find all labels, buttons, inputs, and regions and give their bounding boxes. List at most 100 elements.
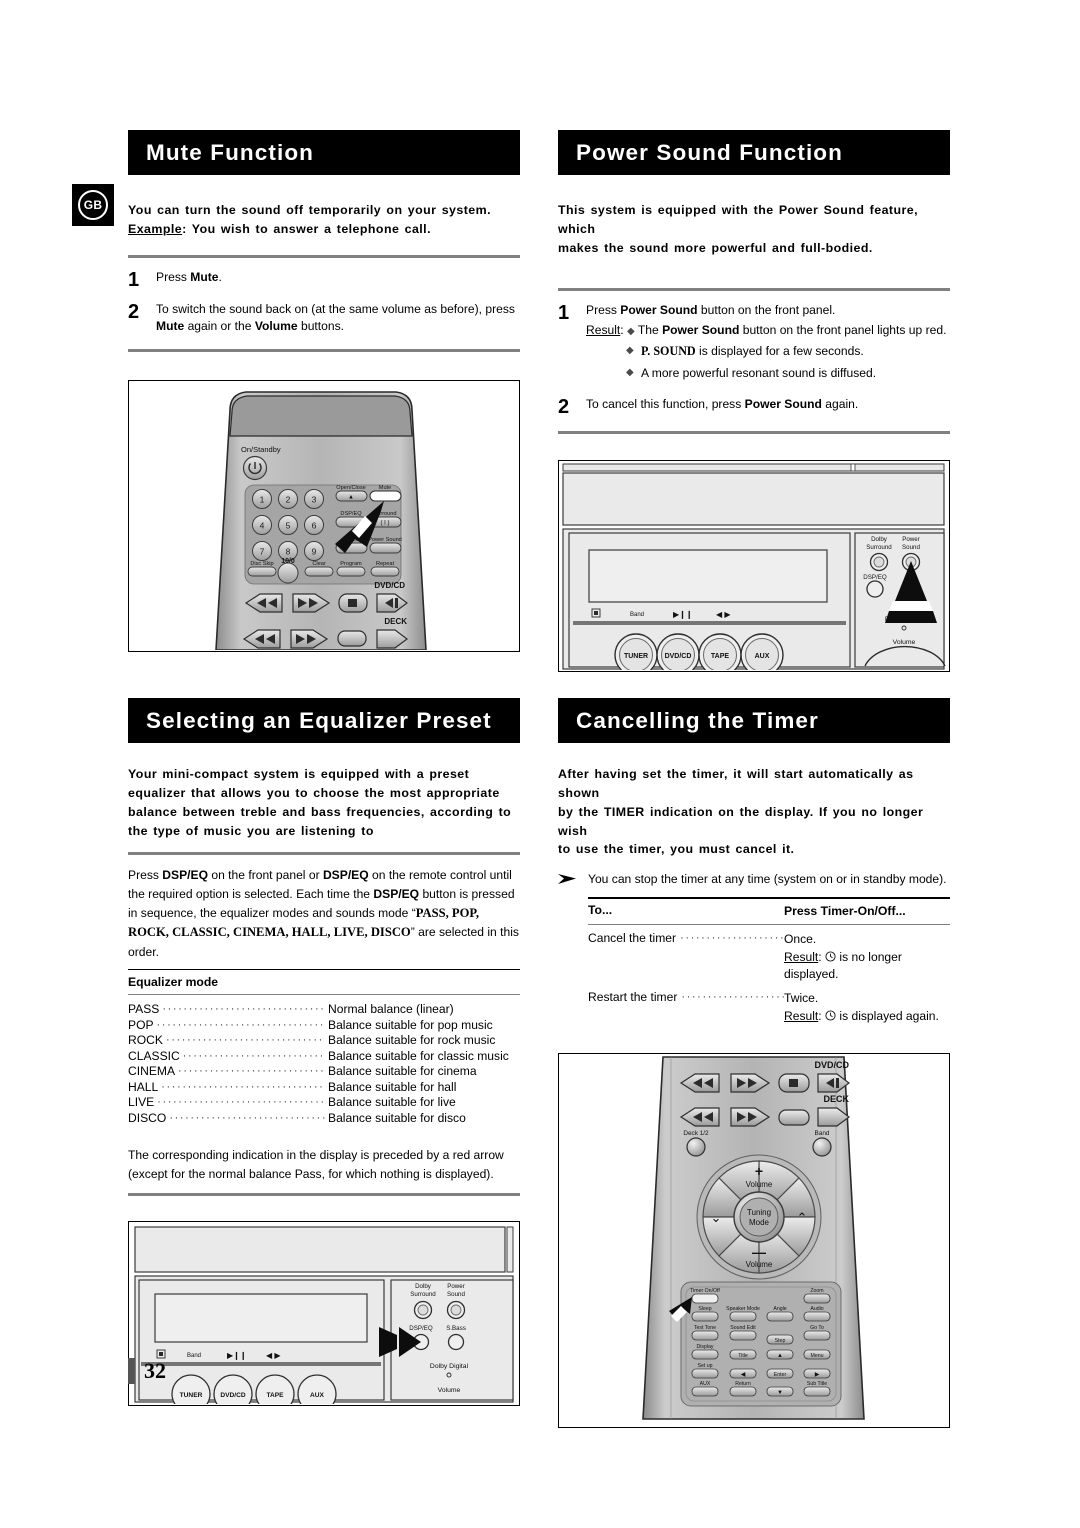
step-text-a: To switch the sound back on (at the same… — [156, 301, 515, 316]
eq-footnote-2: (except for the normal balance Pass, for… — [128, 1167, 494, 1182]
label-volume: Volume — [893, 639, 916, 646]
step-text-b: button on the front panel. — [697, 302, 836, 317]
label-aux: AUX — [310, 1392, 325, 1399]
label-on-standby: On/Standby — [241, 445, 281, 454]
label-repeat: Repeat — [376, 561, 394, 567]
diamond-bullet-icon: ◆ — [626, 366, 634, 378]
key-7: 7 — [260, 546, 265, 556]
eq-p1: Press — [128, 868, 163, 883]
label-power-sound-2: Sound — [902, 544, 920, 551]
label-dolby-surround-2: Surround — [866, 544, 892, 551]
step-text: To switch the sound back on (at the same… — [156, 301, 520, 335]
step-text: Press Mute. — [156, 269, 520, 290]
mode-name: DISCO — [128, 1110, 167, 1125]
ps-intro-line2: makes the sound more powerful and full-b… — [558, 240, 873, 255]
equalizer-mode-row: ROCK····································… — [128, 1033, 520, 1049]
leader-dots: ········································… — [156, 1018, 325, 1031]
label-dsp-eq: DSP/EQ — [409, 1325, 433, 1332]
svg-text:—: — — [752, 1244, 766, 1260]
row-press: Once. — [784, 932, 817, 947]
equalizer-footnote: The corresponding indication in the disp… — [128, 1146, 520, 1183]
mode-desc: Balance suitable for disco — [328, 1110, 466, 1125]
label-deck: DECK — [823, 1094, 849, 1104]
label-tuning: Tuning — [747, 1208, 771, 1217]
label-dvd-cd: DVD/CD — [814, 1060, 849, 1070]
mute-section-title: Mute Function — [128, 130, 520, 175]
divider — [128, 1192, 520, 1196]
step-bold-a: Power Sound — [744, 397, 822, 412]
equalizer-table-header: Equalizer mode — [128, 975, 219, 990]
section-equalizer: Selecting an Equalizer Preset Your mini-… — [128, 698, 520, 1406]
label-return: Return — [735, 1381, 751, 1387]
equalizer-mode-row: CLASSIC·································… — [128, 1049, 520, 1065]
label-dsp-eq: DSP/EQ — [863, 574, 887, 581]
svg-text:▲: ▲ — [348, 495, 354, 501]
ps-bullet-0-post: button on the front panel lights up red. — [739, 322, 947, 337]
timer-note: You can stop the timer at any time (syst… — [558, 871, 950, 888]
leader-dots: ········································… — [157, 1096, 325, 1109]
timer-table-row: Cancel the timer························… — [588, 931, 902, 982]
svg-text:▲: ▲ — [777, 1353, 783, 1359]
section-power-sound: Power Sound Function This system is equi… — [558, 130, 950, 673]
timer-table-header: To... Press Timer-On/Off... — [588, 899, 950, 925]
label-mute: Mute — [379, 485, 391, 491]
label-band: Band — [630, 612, 644, 618]
step-text-c: buttons. — [297, 318, 345, 333]
svg-text:◀ ▶: ◀ ▶ — [716, 610, 731, 619]
row-press: Twice. — [784, 991, 819, 1006]
result-label: Result — [784, 1008, 819, 1023]
remote-control-timer-illustration: DVD/CD DECK Deck 1/2 Band Tuning Mode + … — [642, 1056, 865, 1420]
page-number-value: 32 — [144, 1358, 166, 1383]
label-deck-1-2: Deck 1/2 — [683, 1130, 709, 1137]
key-4: 4 — [260, 520, 265, 530]
svg-text:▶: ▶ — [815, 1372, 820, 1378]
step-text-b: again or the — [184, 318, 255, 333]
equalizer-intro: Your mini-compact system is equipped wit… — [128, 767, 512, 838]
section-mute-function: Mute Function You can turn the sound off… — [128, 130, 520, 653]
label-aux: AUX — [700, 1381, 711, 1387]
mode-name: ROCK — [128, 1033, 163, 1048]
mute-step-1: 1 Press Mute. — [128, 269, 520, 290]
mode-desc: Balance suitable for live — [328, 1095, 456, 1110]
label-step: Step — [775, 1338, 786, 1344]
step-number: 1 — [558, 301, 570, 324]
language-badge-label: GB — [78, 190, 108, 220]
label-dolby-surround-1: Dolby — [415, 1283, 432, 1290]
mode-name: HALL — [128, 1079, 159, 1094]
label-tuner: TUNER — [624, 653, 648, 660]
row-result-text: is displayed again. — [836, 1008, 939, 1023]
svg-text:◀ ▶: ◀ ▶ — [266, 1351, 281, 1360]
svg-text:+: + — [755, 1163, 763, 1179]
label-power-sound-1: Power — [902, 536, 920, 543]
eq-b1: DSP/EQ — [162, 868, 208, 883]
eq-b3: DSP/EQ — [373, 887, 420, 902]
leader-dots: ······························ — [680, 932, 784, 945]
power-sound-figure: Band ▶❙❙ ◀ ▶ TUNER DVD/CD TAPE AUX Dolby… — [558, 460, 950, 673]
label-aux: AUX — [755, 653, 770, 660]
mute-example-label: Example — [128, 221, 183, 236]
label-dvd-cd: DVD/CD — [220, 1392, 246, 1399]
equalizer-mode-list: PASS····································… — [128, 995, 520, 1126]
diamond-bullet-icon: ◆ — [627, 325, 635, 337]
leader-dots: ········································… — [161, 1080, 325, 1093]
label-audio: Audio — [810, 1306, 823, 1312]
equalizer-mode-row: LIVE····································… — [128, 1095, 520, 1111]
equalizer-mode-row: DISCO···································… — [128, 1111, 520, 1127]
step-number: 2 — [558, 396, 570, 419]
label-dolby-surround-1: Dolby — [871, 536, 888, 543]
timer-section-title: Cancelling the Timer — [558, 698, 950, 743]
front-panel-illustration: Band ▶❙❙ ◀ ▶ TUNER DVD/CD TAPE AUX Dolby… — [562, 463, 946, 671]
label-dsp-eq: DSP/EQ — [340, 511, 362, 517]
svg-text:⌄: ⌄ — [711, 1210, 722, 1225]
mode-desc: Balance suitable for pop music — [328, 1017, 493, 1032]
ps-bullet-1-post: is displayed for a few seconds. — [695, 344, 864, 359]
step-text: Press Power Sound button on the front pa… — [586, 302, 950, 319]
ps-step-2: 2 To cancel this function, press Power S… — [558, 396, 950, 417]
label-display: Display — [696, 1344, 713, 1350]
mute-steps: 1 Press Mute. 2 To switch the sound back… — [128, 269, 520, 335]
label-angle: Angle — [773, 1306, 786, 1312]
mode-desc: Normal balance (linear) — [328, 1002, 454, 1017]
key-3: 3 — [312, 494, 317, 504]
label-deck: DECK — [384, 617, 407, 626]
ps-step-1: 1 Press Power Sound button on the front … — [558, 302, 950, 383]
